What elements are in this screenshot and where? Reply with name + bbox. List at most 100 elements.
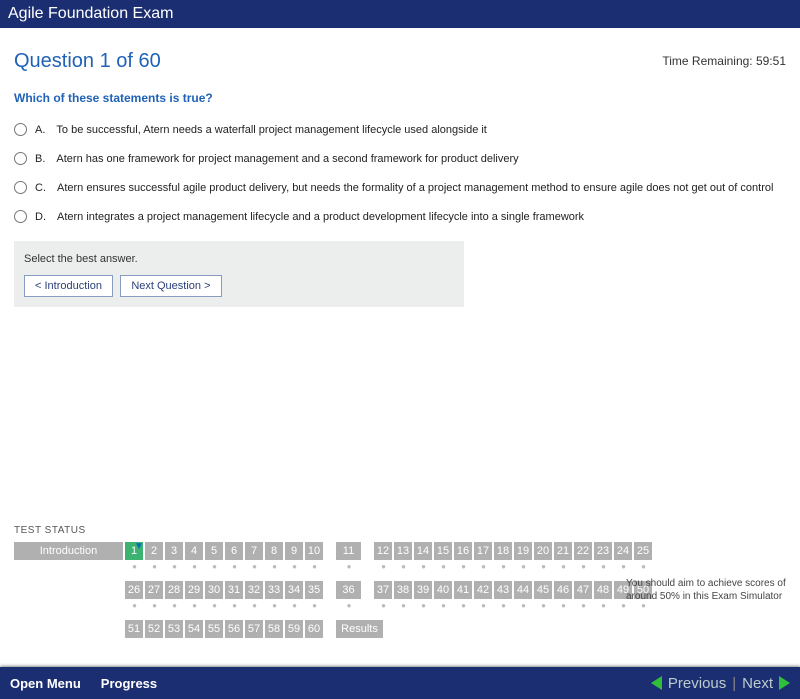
previous-icon[interactable] <box>651 676 662 690</box>
status-q34[interactable]: 34 <box>285 581 304 599</box>
status-q39[interactable]: 39 <box>414 581 433 599</box>
title-bar: Agile Foundation Exam <box>0 0 800 28</box>
status-q59[interactable]: 59 <box>285 620 304 638</box>
open-menu-button[interactable]: Open Menu <box>10 676 81 691</box>
status-q56[interactable]: 56 <box>225 620 244 638</box>
status-intro[interactable]: Introduction <box>14 542 124 560</box>
status-q12[interactable]: 12 <box>374 542 393 560</box>
bottom-bar: Open Menu Progress Previous | Next <box>0 667 800 699</box>
status-row-3: 51 52 53 54 55 56 57 58 59 60 Results <box>14 620 786 638</box>
status-q37[interactable]: 37 <box>374 581 393 599</box>
next-icon[interactable] <box>779 676 790 690</box>
status-q11[interactable]: 11 <box>336 542 362 560</box>
status-q53[interactable]: 53 <box>165 620 184 638</box>
dots-row-1: ●●●●● ●●●●● ● ●●●●● ●●●●● ●●●● <box>14 563 786 571</box>
status-q58[interactable]: 58 <box>265 620 284 638</box>
answer-c-letter: C. <box>35 182 46 194</box>
status-q5[interactable]: 5 <box>205 542 224 560</box>
status-q19[interactable]: 19 <box>514 542 533 560</box>
status-q3[interactable]: 3 <box>165 542 184 560</box>
status-q2[interactable]: 2 <box>145 542 164 560</box>
status-q38[interactable]: 38 <box>394 581 413 599</box>
status-q51[interactable]: 51 <box>125 620 144 638</box>
current-pointer-icon: ▼ <box>134 541 144 552</box>
status-q41[interactable]: 41 <box>454 581 473 599</box>
status-q31[interactable]: 31 <box>225 581 244 599</box>
progress-button[interactable]: Progress <box>101 676 157 691</box>
answer-b[interactable]: B. Atern has one framework for project m… <box>14 152 786 165</box>
answer-d[interactable]: D. Atern integrates a project management… <box>14 210 786 223</box>
status-q24[interactable]: 24 <box>614 542 633 560</box>
score-note: You should aim to achieve scores of arou… <box>626 577 786 603</box>
status-q33[interactable]: 33 <box>265 581 284 599</box>
status-q32[interactable]: 32 <box>245 581 264 599</box>
status-q54[interactable]: 54 <box>185 620 204 638</box>
answer-c-radio[interactable] <box>14 181 27 194</box>
status-q21[interactable]: 21 <box>554 542 573 560</box>
answer-d-radio[interactable] <box>14 210 27 223</box>
answer-a-text: To be successful, Atern needs a waterfal… <box>56 124 486 136</box>
status-q8[interactable]: 8 <box>265 542 284 560</box>
intro-button[interactable]: < Introduction <box>24 275 113 297</box>
status-q47[interactable]: 47 <box>574 581 593 599</box>
dots-row-2: ●●●●● ●●●●● ● ●●●●● ●●●●● ●●●● <box>14 602 786 610</box>
answer-a-radio[interactable] <box>14 123 27 136</box>
status-q48[interactable]: 48 <box>594 581 613 599</box>
status-q15[interactable]: 15 <box>434 542 453 560</box>
answer-c-text: Atern ensures successful agile product d… <box>57 182 773 194</box>
status-q36[interactable]: 36 <box>336 581 362 599</box>
status-q20[interactable]: 20 <box>534 542 553 560</box>
answer-d-letter: D. <box>35 211 46 223</box>
status-q52[interactable]: 52 <box>145 620 164 638</box>
status-q23[interactable]: 23 <box>594 542 613 560</box>
exam-title: Agile Foundation Exam <box>8 5 173 23</box>
status-q18[interactable]: 18 <box>494 542 513 560</box>
status-q13[interactable]: 13 <box>394 542 413 560</box>
status-q40[interactable]: 40 <box>434 581 453 599</box>
status-q27[interactable]: 27 <box>145 581 164 599</box>
answer-d-text: Atern integrates a project management li… <box>57 211 584 223</box>
status-q25[interactable]: 25 <box>634 542 653 560</box>
test-status-label: TEST STATUS <box>14 525 786 536</box>
status-q9[interactable]: 9 <box>285 542 304 560</box>
status-q42[interactable]: 42 <box>474 581 493 599</box>
status-q60[interactable]: 60 <box>305 620 324 638</box>
time-remaining: Time Remaining: 59:51 <box>662 54 786 68</box>
status-q7[interactable]: 7 <box>245 542 264 560</box>
answer-c[interactable]: C. Atern ensures successful agile produc… <box>14 181 786 194</box>
status-results[interactable]: Results <box>336 620 384 638</box>
status-q17[interactable]: 17 <box>474 542 493 560</box>
status-q28[interactable]: 28 <box>165 581 184 599</box>
status-q45[interactable]: 45 <box>534 581 553 599</box>
status-row-1: Introduction 1 2 3 4 5 6 7 8 9 10 11 12 … <box>14 542 786 560</box>
test-status: TEST STATUS ▼ Introduction 1 2 3 4 5 6 7… <box>14 525 786 641</box>
select-hint: Select the best answer. <box>24 253 454 265</box>
answer-a-letter: A. <box>35 124 45 136</box>
status-q46[interactable]: 46 <box>554 581 573 599</box>
status-q16[interactable]: 16 <box>454 542 473 560</box>
content-area: Question 1 of 60 Time Remaining: 59:51 W… <box>0 28 800 307</box>
status-q10[interactable]: 10 <box>305 542 324 560</box>
status-q55[interactable]: 55 <box>205 620 224 638</box>
status-q35[interactable]: 35 <box>305 581 324 599</box>
status-q22[interactable]: 22 <box>574 542 593 560</box>
previous-button[interactable]: Previous <box>668 675 726 692</box>
question-number: Question 1 of 60 <box>14 50 161 73</box>
next-button[interactable]: Next <box>742 675 773 692</box>
question-text: Which of these statements is true? <box>14 91 786 105</box>
status-q14[interactable]: 14 <box>414 542 433 560</box>
answer-a[interactable]: A. To be successful, Atern needs a water… <box>14 123 786 136</box>
answer-b-text: Atern has one framework for project mana… <box>56 153 518 165</box>
status-q30[interactable]: 30 <box>205 581 224 599</box>
control-panel: Select the best answer. < Introduction N… <box>14 241 464 307</box>
status-q57[interactable]: 57 <box>245 620 264 638</box>
answer-b-letter: B. <box>35 153 45 165</box>
status-q4[interactable]: 4 <box>185 542 204 560</box>
status-q44[interactable]: 44 <box>514 581 533 599</box>
next-question-button[interactable]: Next Question > <box>120 275 221 297</box>
answer-b-radio[interactable] <box>14 152 27 165</box>
status-q26[interactable]: 26 <box>125 581 144 599</box>
status-q6[interactable]: 6 <box>225 542 244 560</box>
status-q29[interactable]: 29 <box>185 581 204 599</box>
status-q43[interactable]: 43 <box>494 581 513 599</box>
